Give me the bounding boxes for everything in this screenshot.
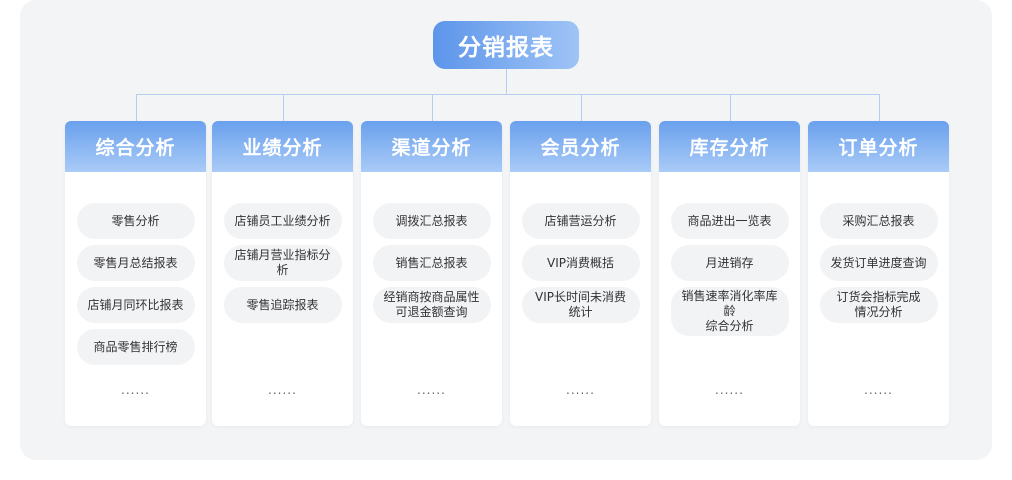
more-ellipsis: ......: [715, 383, 744, 397]
report-item[interactable]: 发货订单进度查询: [819, 245, 938, 281]
column-performance-analysis: 业绩分析 店铺员工业绩分析 店铺月营业指标分析 零售追踪报表 ......: [212, 121, 353, 426]
column-header: 订单分析: [808, 121, 949, 172]
more-ellipsis: ......: [864, 383, 893, 397]
connector-drop-2: [283, 94, 284, 121]
connector-drop-1: [136, 94, 137, 121]
column-member-analysis: 会员分析 店铺营运分析 VIP消费概括 VIP长时间未消费 统计 ......: [510, 121, 651, 426]
root-node-title: 分销报表: [433, 21, 579, 69]
item-list: 调拨汇总报表 销售汇总报表 经销商按商品属性 可退金额查询: [361, 172, 502, 329]
report-item[interactable]: 零售分析: [76, 203, 195, 239]
report-item[interactable]: 店铺月营业指标分析: [223, 245, 342, 281]
report-item[interactable]: 商品零售排行榜: [76, 329, 195, 365]
connector-drop-6: [879, 94, 880, 121]
item-list: 店铺营运分析 VIP消费概括 VIP长时间未消费 统计: [510, 172, 651, 329]
report-item[interactable]: 店铺营运分析: [521, 203, 640, 239]
report-item[interactable]: VIP长时间未消费 统计: [521, 287, 640, 323]
report-item[interactable]: 订货会指标完成 情况分析: [819, 287, 938, 323]
column-order-analysis: 订单分析 采购汇总报表 发货订单进度查询 订货会指标完成 情况分析 ......: [808, 121, 949, 426]
report-item[interactable]: 零售追踪报表: [223, 287, 342, 323]
column-channel-analysis: 渠道分析 调拨汇总报表 销售汇总报表 经销商按商品属性 可退金额查询 ......: [361, 121, 502, 426]
more-ellipsis: ......: [268, 383, 297, 397]
column-header: 渠道分析: [361, 121, 502, 172]
report-item[interactable]: 采购汇总报表: [819, 203, 938, 239]
item-list: 采购汇总报表 发货订单进度查询 订货会指标完成 情况分析: [808, 172, 949, 329]
column-header: 业绩分析: [212, 121, 353, 172]
more-ellipsis: ......: [566, 383, 595, 397]
connector-drop-4: [581, 94, 582, 121]
report-item[interactable]: 调拨汇总报表: [372, 203, 491, 239]
column-header: 库存分析: [659, 121, 800, 172]
item-list: 商品进出一览表 月进销存 销售速率消化率库龄 综合分析: [659, 172, 800, 342]
item-list: 零售分析 零售月总结报表 店铺月同环比报表 商品零售排行榜: [65, 172, 206, 371]
report-item[interactable]: 店铺员工业绩分析: [223, 203, 342, 239]
report-item[interactable]: 销售汇总报表: [372, 245, 491, 281]
connector-drop-3: [432, 94, 433, 121]
column-header: 综合分析: [65, 121, 206, 172]
more-ellipsis: ......: [417, 383, 446, 397]
report-item[interactable]: 经销商按商品属性 可退金额查询: [372, 287, 491, 323]
connector-drop-5: [730, 94, 731, 121]
column-comprehensive-analysis: 综合分析 零售分析 零售月总结报表 店铺月同环比报表 商品零售排行榜 .....…: [65, 121, 206, 426]
report-item[interactable]: VIP消费概括: [521, 245, 640, 281]
column-inventory-analysis: 库存分析 商品进出一览表 月进销存 销售速率消化率库龄 综合分析 ......: [659, 121, 800, 426]
report-item[interactable]: 商品进出一览表: [670, 203, 789, 239]
item-list: 店铺员工业绩分析 店铺月营业指标分析 零售追踪报表: [212, 172, 353, 329]
connector-horizontal: [136, 94, 879, 95]
column-header: 会员分析: [510, 121, 651, 172]
more-ellipsis: ......: [121, 383, 150, 397]
report-item[interactable]: 零售月总结报表: [76, 245, 195, 281]
connector-trunk: [506, 69, 507, 95]
report-item[interactable]: 月进销存: [670, 245, 789, 281]
report-item[interactable]: 店铺月同环比报表: [76, 287, 195, 323]
report-item[interactable]: 销售速率消化率库龄 综合分析: [670, 287, 789, 336]
